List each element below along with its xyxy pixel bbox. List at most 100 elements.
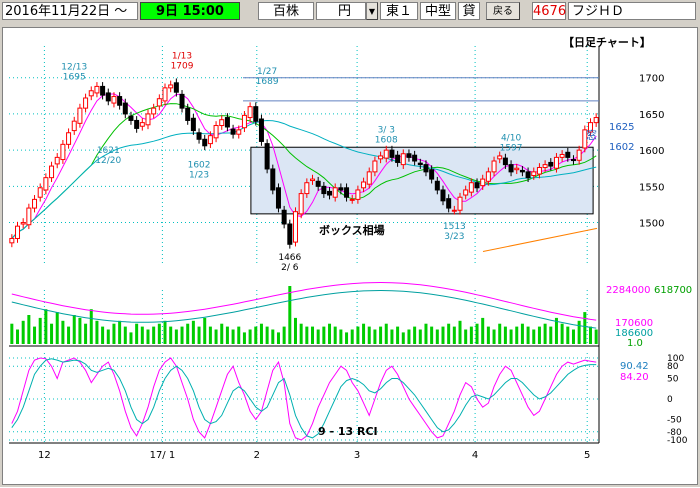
volume-bar [424,323,428,344]
candle-body [247,106,253,119]
candle-body [485,171,491,182]
candle-body [565,151,571,158]
candle-body [111,96,117,104]
volume-bar [248,329,252,344]
volume-bar [452,326,456,344]
volume-bar [140,326,144,344]
lot-unit-field[interactable]: 百株 [258,2,314,20]
time-window-field[interactable]: 9日 15:00 [140,2,240,20]
volume-bar [288,286,292,344]
candle-body [139,122,145,127]
candle-body [446,198,452,209]
candle-body [378,155,384,160]
rci-title: 9 - 13 RCI [318,425,378,438]
candle-body [196,132,202,140]
volume-bar [481,317,485,344]
volume-bar [169,326,173,344]
candle-body [502,157,508,166]
rci-value-long: 84.20 [620,372,649,383]
volume-bar [384,323,388,344]
volume-bar [362,323,366,344]
candle-body [224,117,230,128]
rci-tick-label: 0 [667,395,673,405]
time-tick-label: 17/ 1 [150,450,176,461]
volume-bar [537,326,541,344]
volume-bar [345,332,349,344]
candle-body [15,225,21,239]
volume-bar [186,323,190,344]
volume-label-1: 2284000 [606,285,651,296]
candle-body [60,143,66,161]
currency-dropdown-icon[interactable]: ▼ [366,2,378,20]
candle-body [327,190,333,196]
volume-bar [237,326,241,344]
candle-body [49,165,55,179]
volume-bar [231,329,235,344]
volume-bar [430,326,434,344]
volume-bar [72,315,76,344]
annotation-date: 12/20 [95,156,121,166]
candle-body [213,125,219,139]
volume-bar [271,329,275,344]
volume-bar [526,326,530,344]
candle-body [406,153,412,158]
time-tick-label: 5 [584,450,590,461]
candle-body [536,167,542,175]
candle-body [349,198,355,201]
rci-tick-label: -50 [667,416,682,426]
annotation-price: 1608 [375,136,398,146]
volume-bar [532,329,536,344]
window-value-lower: 1602 [609,142,634,153]
volume-bar [191,320,195,344]
volume-bar [520,323,524,344]
volume-bar [21,320,25,344]
market-label: 東１ [380,2,418,20]
window-value-upper: 1625 [609,122,634,133]
candle-body [151,107,157,115]
candle-body [321,185,327,195]
volume-bar [339,329,343,344]
candle-body [230,128,236,135]
time-axis: 12 17/ 1 2 3 4 5 [38,450,590,461]
time-tick-label: 4 [472,450,478,461]
candle-body [389,149,395,158]
candle-body [145,113,151,126]
candle-body [531,171,537,176]
date-range-field[interactable]: 2016年11月22日 ～ [2,2,138,20]
volume-bar [33,326,37,344]
candle-body [219,119,225,127]
candle-body [66,132,72,145]
candle-body [508,164,514,173]
volume-bar [407,329,411,344]
volume-bar [84,323,88,344]
volume-bar [401,332,405,344]
candle-body [32,198,38,209]
candle-body [542,164,548,169]
volume-bar [180,326,184,344]
volume-bar [486,326,490,344]
volume-bar [447,323,451,344]
candle-body [264,143,270,170]
box-label: ボックス相場 [319,223,385,237]
candle-body [553,156,559,169]
candle-body [275,187,281,209]
candle-body [315,180,321,187]
volume-bar [123,326,127,344]
volume-bar [566,326,570,344]
annotation-date: 12/13 [61,63,87,73]
volume-bar [95,320,99,344]
currency-select[interactable]: 円 [316,2,366,20]
volume-bar [543,323,547,344]
candle-body [361,181,367,189]
volume-bar [350,329,354,344]
volume-bar [441,326,445,344]
volume-bar [311,326,315,344]
volume-bar [577,320,581,344]
candle-body [332,187,338,198]
back-button[interactable]: 戻る [486,2,520,20]
volume-bar [571,329,575,344]
volume-bar [464,329,468,344]
annotation-date: 1/23 [189,170,209,180]
candle-body [185,107,191,121]
candle-body [417,162,423,166]
